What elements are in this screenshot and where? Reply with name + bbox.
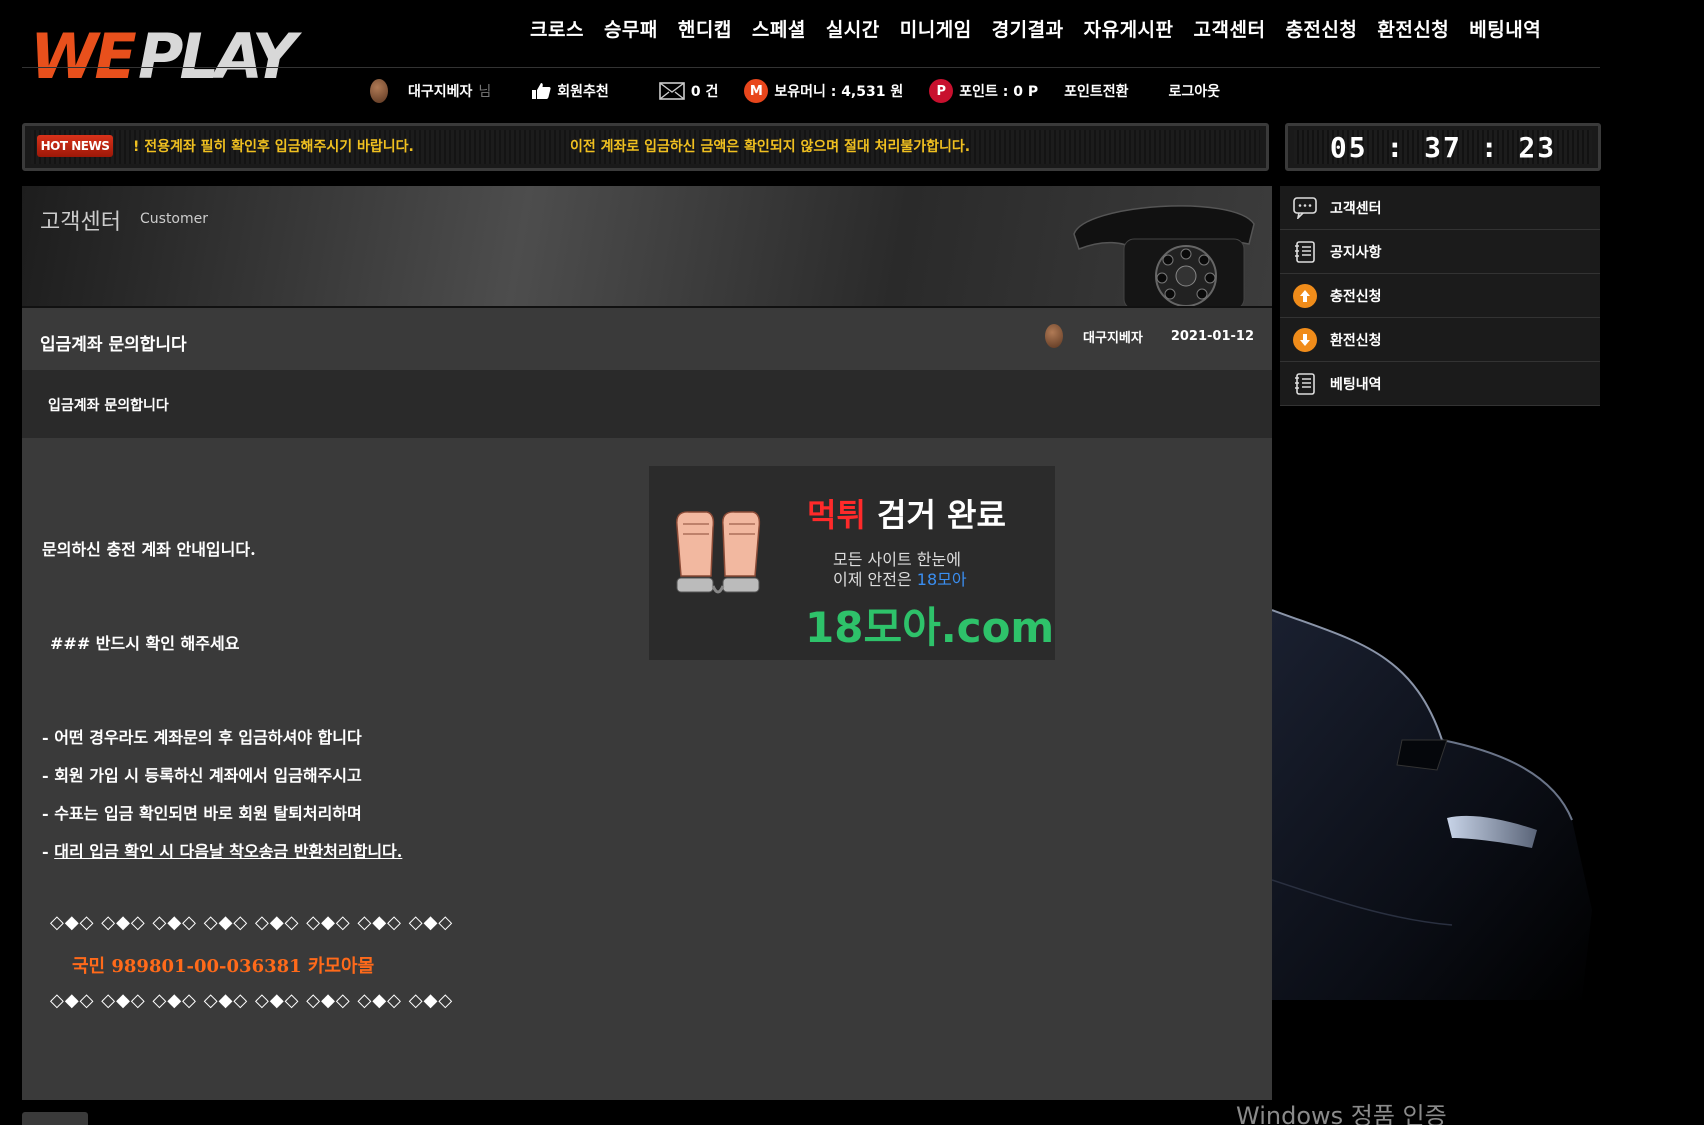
sidebar-label-customer-center: 고객센터 xyxy=(1330,200,1382,217)
envelope-icon xyxy=(659,82,685,100)
points-icon: P xyxy=(929,79,954,103)
news-text-1: ! 전용계좌 필히 확인후 입금해주시기 바랍니다. xyxy=(133,139,414,155)
weplay-logo[interactable]: WE PLAY xyxy=(30,22,320,92)
customer-center-banner: 고객센터 Customer xyxy=(22,186,1272,308)
points-display: P 포인트 : 0 P xyxy=(929,79,1038,103)
ad-title-red: 먹튀 xyxy=(807,496,866,534)
points-label: 포인트 : 0 P xyxy=(959,84,1039,100)
body-line-6: - 대리 입금 확인 시 다음날 착오송금 반환처리합니다. xyxy=(42,838,402,862)
post-header: 입금계좌 문의합니다 대구지베자 2021-01-12 xyxy=(22,310,1272,370)
banner-subtitle: Customer xyxy=(140,211,209,227)
ad-line-2: 이제 안전은 18모아 xyxy=(833,566,967,590)
header-divider xyxy=(22,67,1600,68)
post-subject: 입금계좌 문의합니다 xyxy=(48,398,169,414)
ad-domain: 18모아.com xyxy=(805,603,1055,652)
body-line-3: - 어떤 경우라도 계좌문의 후 입금하셔야 합니다 xyxy=(42,728,362,747)
messages-link[interactable]: 0 건 xyxy=(659,81,719,101)
sidebar-label-bet-history: 베팅내역 xyxy=(1330,376,1382,393)
hot-news-badge: HOT NEWS xyxy=(37,135,113,157)
author-avatar xyxy=(1045,324,1064,348)
nav-win-draw-lose[interactable]: 승무패 xyxy=(594,14,668,46)
point-convert-label: 포인트전환 xyxy=(1064,84,1129,100)
nav-deposit[interactable]: 충전신청 xyxy=(1275,14,1367,46)
nav-handicap[interactable]: 핸디캡 xyxy=(668,14,742,46)
clock-time: 05 : 37 : 23 xyxy=(1294,130,1592,164)
nav-customer-center[interactable]: 고객센터 xyxy=(1184,14,1276,46)
avatar xyxy=(370,79,388,103)
user-bar: 대구지베자 님 회원추천 0 건 M 보유머니 : 4,531 원 P 포인트 … xyxy=(370,76,1246,106)
body-line-4: - 회원 가입 시 등록하신 계좌에서 입금해주시고 xyxy=(42,766,362,785)
nav-special[interactable]: 스페셜 xyxy=(742,14,816,46)
news-text-2: 이전 계좌로 입금하신 금액은 확인되지 않으며 절대 처리불가합니다. xyxy=(570,139,971,155)
bottom-tab[interactable] xyxy=(22,1112,88,1125)
username-suffix: 님 xyxy=(478,84,492,100)
notebook-icon xyxy=(1292,371,1318,397)
ad-banner[interactable]: 먹튀 검거 완료 모든 사이트 한눈에 이제 안전은 18모아 18모아.com xyxy=(649,466,1055,660)
sidebar-item-deposit[interactable]: 충전신청 xyxy=(1280,274,1600,318)
diamond-divider-bottom: ◇◆◇ ◇◆◇ ◇◆◇ ◇◆◇ ◇◆◇ ◇◆◇ ◇◆◇ ◇◆◇ xyxy=(50,990,454,1011)
post-title: 입금계좌 문의합니다 xyxy=(40,335,187,355)
nav-withdraw[interactable]: 환전신청 xyxy=(1367,14,1459,46)
nav-results[interactable]: 경기결과 xyxy=(982,14,1074,46)
recommend-link[interactable]: 회원추천 xyxy=(531,81,609,101)
ad-line-2-brand: 18모아 xyxy=(916,570,967,589)
thumbs-up-icon xyxy=(532,83,551,99)
money-display: M 보유머니 : 4,531 원 xyxy=(744,79,903,103)
body-line-1: 문의하신 충전 계좌 안내입니다. xyxy=(42,540,256,559)
body-line-6-prefix: - xyxy=(42,842,55,861)
point-convert-link[interactable]: 포인트전환 xyxy=(1064,81,1128,101)
telephone-icon xyxy=(1073,205,1255,306)
clock: 05 : 37 : 23 xyxy=(1285,123,1601,171)
message-count: 0 건 xyxy=(690,84,719,100)
sidebar-label-withdraw: 환전신청 xyxy=(1330,332,1382,349)
body-line-2: ### 반드시 확인 해주세요 xyxy=(50,634,240,653)
sidebar-item-withdraw[interactable]: 환전신청 xyxy=(1280,318,1600,362)
post-subject-row: 입금계좌 문의합니다 xyxy=(22,370,1272,438)
sidebar-item-customer-center[interactable]: 고객센터 xyxy=(1280,186,1600,230)
nav-live[interactable]: 실시간 xyxy=(816,14,890,46)
user-info: 대구지베자 님 xyxy=(370,79,491,103)
windows-activation-watermark: Windows 정품 인증 xyxy=(1236,1102,1447,1125)
top-nav: 크로스 승무패 핸디캡 스페셜 실시간 미니게임 경기결과 자유게시판 고객센터… xyxy=(520,14,1551,46)
body-line-5: - 수표는 입금 확인되면 바로 회원 탈퇴처리하며 xyxy=(42,804,362,823)
body-line-6-underlined: 대리 입금 확인 시 다음날 착오송금 반환처리합니다. xyxy=(54,842,403,861)
account-number: 국민 989801-00-036381 카모아몰 xyxy=(72,956,375,977)
notebook-icon xyxy=(1292,239,1318,265)
post-author: 대구지베자 xyxy=(1083,330,1143,346)
svg-text:PLAY: PLAY xyxy=(138,22,303,92)
svg-text:WE: WE xyxy=(30,22,136,92)
ad-title-white: 검거 완료 xyxy=(865,496,1006,534)
post-date: 2021-01-12 xyxy=(1170,328,1254,344)
main-panel: 고객센터 Customer 입금계좌 문의합니다 대구지베자 2021-01-1… xyxy=(22,186,1272,1100)
car-silhouette-image xyxy=(1272,609,1592,1000)
nav-minigame[interactable]: 미니게임 xyxy=(890,14,982,46)
banner-title: 고객센터 xyxy=(40,210,121,235)
sidebar-item-notices[interactable]: 공지사항 xyxy=(1280,230,1600,274)
ad-line-2-prefix: 이제 안전은 xyxy=(833,570,917,589)
arrow-up-circle-icon xyxy=(1292,283,1318,309)
nav-cross[interactable]: 크로스 xyxy=(520,14,594,46)
nav-free-board[interactable]: 자유게시판 xyxy=(1074,14,1184,46)
logout-link[interactable]: 로그아웃 xyxy=(1169,81,1221,101)
username: 대구지베자 xyxy=(408,84,473,100)
arrow-down-circle-icon xyxy=(1292,327,1318,353)
nav-bet-history[interactable]: 베팅내역 xyxy=(1459,14,1551,46)
post-meta: 대구지베자 2021-01-12 xyxy=(1045,324,1254,348)
chat-bubble-icon xyxy=(1292,195,1318,221)
sidebar-label-deposit: 충전신청 xyxy=(1330,288,1382,305)
post-body: 문의하신 충전 계좌 안내입니다. ### 반드시 확인 해주세요 - 어떤 경… xyxy=(22,438,1272,1100)
logout-label: 로그아웃 xyxy=(1168,84,1221,100)
sidebar-label-notices: 공지사항 xyxy=(1330,244,1382,261)
ad-title: 먹튀 검거 완료 xyxy=(807,490,1006,536)
handcuffed-fists-icon xyxy=(676,511,761,594)
sidebar-menu: 고객센터 공지사항 충전신청 환전신청 베팅내역 xyxy=(1280,186,1600,406)
news-ticker: HOT NEWS ! 전용계좌 필히 확인후 입금해주시기 바랍니다. 이전 계… xyxy=(22,123,1269,171)
diamond-divider-top: ◇◆◇ ◇◆◇ ◇◆◇ ◇◆◇ ◇◆◇ ◇◆◇ ◇◆◇ ◇◆◇ xyxy=(50,912,454,933)
money-icon: M xyxy=(744,79,769,103)
sidebar-item-bet-history[interactable]: 베팅내역 xyxy=(1280,362,1600,406)
money-label: 보유머니 : 4,531 원 xyxy=(774,84,904,100)
recommend-label: 회원추천 xyxy=(557,84,609,100)
